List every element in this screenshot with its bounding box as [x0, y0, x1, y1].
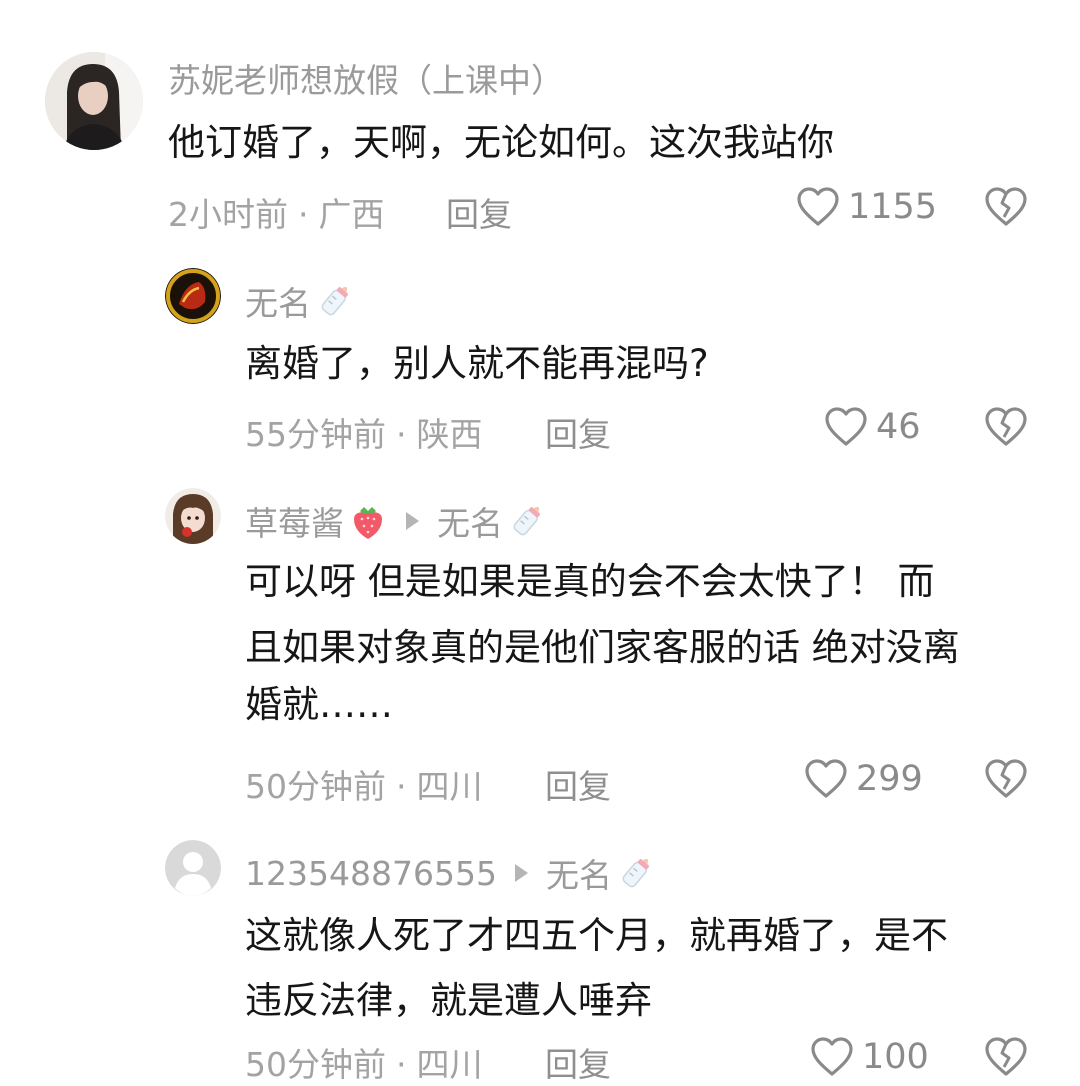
avatar[interactable] — [165, 268, 221, 324]
comment-text-line: 且如果对象真的是他们家客服的话 绝对没离 — [245, 626, 960, 669]
comment-author[interactable]: 草莓酱 无名 — [245, 497, 547, 545]
comment-text-line: 可以呀 但是如果是真的会不会太快了！ 而 — [245, 560, 935, 603]
comment-text: 离婚了，别人就不能再混吗? — [245, 342, 709, 385]
avatar[interactable] — [165, 488, 221, 544]
comment-meta: 55分钟前 · 陕西 — [245, 415, 483, 454]
comment-time: 50分钟前 — [245, 1045, 386, 1084]
reply-button[interactable]: 回复 — [446, 188, 512, 236]
comment-meta: 50分钟前 · 四川 — [245, 1045, 483, 1084]
comment-author[interactable]: 苏妮老师想放假（上课中） — [168, 54, 564, 102]
baby-bottle-icon — [321, 286, 348, 316]
baby-bottle-icon — [513, 506, 540, 536]
comment-text-line: 违反法律，就是遭人唾弃 — [245, 979, 652, 1022]
comment-location: 广西 — [318, 195, 385, 234]
like-count: 100 — [862, 1037, 929, 1077]
comment-time: 50分钟前 — [245, 767, 386, 806]
comment-location: 陕西 — [416, 415, 483, 454]
reply-to-author[interactable]: 无名 — [437, 497, 503, 545]
avatar[interactable] — [165, 840, 221, 896]
like-count: 46 — [876, 407, 921, 447]
triangle-right-icon — [406, 512, 419, 530]
dislike-button[interactable] — [984, 406, 1028, 452]
default-avatar-icon — [165, 840, 221, 896]
heart-outline-icon — [805, 759, 847, 798]
comment-text-line: 这就像人死了才四五个月，就再婚了，是不 — [245, 914, 948, 957]
comment-text: 这就像人死了才四五个月，就再婚了，是不 违反法律，就是遭人唾弃 — [245, 907, 948, 1029]
dislike-button[interactable] — [984, 758, 1028, 804]
like-button[interactable]: 100 — [810, 1036, 929, 1078]
comment-text: 他订婚了，天啊，无论如何。这次我站你 — [168, 121, 834, 164]
broken-heart-icon — [985, 407, 1027, 446]
strawberry-emoji — [354, 507, 382, 539]
broken-heart-icon — [985, 759, 1027, 798]
comment-meta: 50分钟前 · 四川 — [245, 767, 483, 806]
heart-outline-icon — [825, 407, 867, 446]
like-button[interactable]: 299 — [804, 758, 923, 800]
dislike-button[interactable] — [984, 186, 1028, 232]
comment-meta: 2小时前 · 广西 — [168, 195, 385, 234]
heart-outline-icon — [811, 1037, 853, 1076]
heart-outline-icon — [797, 187, 839, 226]
dislike-button[interactable] — [984, 1036, 1028, 1082]
like-button[interactable]: 46 — [824, 406, 921, 448]
reply-button[interactable]: 回复 — [545, 408, 611, 456]
avatar[interactable] — [45, 52, 143, 150]
comment-location: 四川 — [416, 767, 483, 806]
like-button[interactable]: 1155 — [796, 186, 937, 228]
broken-heart-icon — [985, 1037, 1027, 1076]
comment-location: 四川 — [416, 1045, 483, 1084]
comment-text-line: 婚就…… — [245, 683, 393, 726]
reply-button[interactable]: 回复 — [545, 1038, 611, 1086]
comment-author[interactable]: 123548876555 无名 — [245, 849, 656, 897]
comment-time: 55分钟前 — [245, 415, 386, 454]
reply-to-author[interactable]: 无名 — [546, 849, 612, 897]
comment-text: 可以呀 但是如果是真的会不会太快了！ 而 且如果对象真的是他们家客服的话 绝对没… — [245, 553, 960, 733]
comment-time: 2小时前 — [168, 195, 288, 234]
baby-bottle-icon — [622, 858, 649, 888]
triangle-right-icon — [514, 864, 528, 882]
comment-author[interactable]: 无名 — [245, 277, 355, 325]
broken-heart-icon — [985, 187, 1027, 226]
like-count: 1155 — [848, 187, 938, 227]
reply-button[interactable]: 回复 — [545, 760, 611, 808]
like-count: 299 — [856, 759, 923, 799]
